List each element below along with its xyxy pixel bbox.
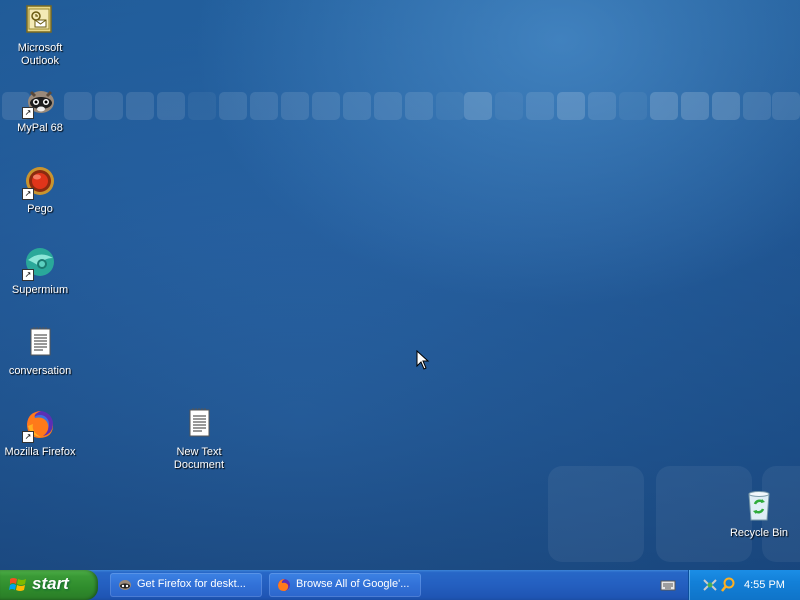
wallpaper-decoration-square (548, 466, 644, 562)
supermium-icon: ↗ (22, 246, 57, 281)
desktop-icon-recycle-bin[interactable]: Recycle Bin (719, 489, 799, 540)
desktop-icon-new-text-document[interactable]: New Text Document (159, 408, 239, 472)
recycle-bin-icon (742, 489, 776, 523)
desktop-icon-label: conversation (8, 365, 72, 377)
taskbar: start Get Firefox for deskt... Browse Al… (0, 570, 800, 600)
desktop-icon-outlook[interactable]: Microsoft Outlook (0, 4, 80, 68)
desktop-icon-label: MyPal 68 (17, 122, 63, 134)
windows-logo-icon (9, 578, 26, 591)
desktop[interactable]: Microsoft Outlook ↗ MyPal 68 ↗ Pego ↗ Su… (0, 0, 800, 570)
taskbar-button-label: Get Firefox for deskt... (137, 578, 246, 590)
desktop-icon-label: Pego (27, 203, 53, 215)
desktop-icon-supermium[interactable]: ↗ Supermium (0, 246, 80, 297)
desktop-icon-pego[interactable]: ↗ Pego (0, 165, 80, 216)
firefox-icon (278, 579, 290, 591)
clock[interactable]: 4:55 PM (744, 579, 785, 591)
shortcut-arrow-icon: ↗ (22, 188, 34, 200)
taskbar-button-browse-google[interactable]: Browse All of Google'... (269, 573, 421, 597)
desktop-icon-firefox[interactable]: ↗ Mozilla Firefox (0, 408, 80, 459)
text-document-icon (23, 327, 57, 361)
desktop-icon-conversation[interactable]: conversation (0, 327, 80, 378)
start-button[interactable]: start (0, 570, 98, 600)
taskbar-button-label: Browse All of Google'... (296, 578, 410, 590)
keyboard-icon[interactable] (660, 578, 676, 592)
mypal-icon (119, 580, 131, 590)
shortcut-arrow-icon: ↗ (22, 431, 34, 443)
desktop-icon-label: Mozilla Firefox (4, 446, 76, 458)
desktop-icon-label: Recycle Bin (729, 527, 789, 539)
desktop-icon-label: New Text Document (173, 446, 225, 471)
pego-icon: ↗ (22, 165, 57, 200)
taskbar-button-get-firefox[interactable]: Get Firefox for deskt... (110, 573, 262, 597)
mypal-icon: ↗ (22, 84, 57, 119)
mouse-cursor-icon (416, 350, 430, 370)
network-icon[interactable] (702, 577, 718, 593)
system-tray: 4:55 PM (688, 570, 800, 600)
outlook-icon (23, 4, 57, 38)
desktop-icon-label: Supermium (11, 284, 69, 296)
firefox-icon: ↗ (22, 408, 57, 443)
shortcut-arrow-icon: ↗ (22, 269, 34, 281)
desktop-icon-label: Microsoft Outlook (17, 42, 63, 67)
text-document-icon (182, 408, 216, 442)
shortcut-arrow-icon: ↗ (22, 107, 34, 119)
start-label: start (32, 574, 69, 593)
desktop-icon-mypal[interactable]: ↗ MyPal 68 (0, 84, 80, 135)
wallpaper-decoration (0, 92, 800, 120)
search-icon[interactable] (720, 577, 736, 593)
